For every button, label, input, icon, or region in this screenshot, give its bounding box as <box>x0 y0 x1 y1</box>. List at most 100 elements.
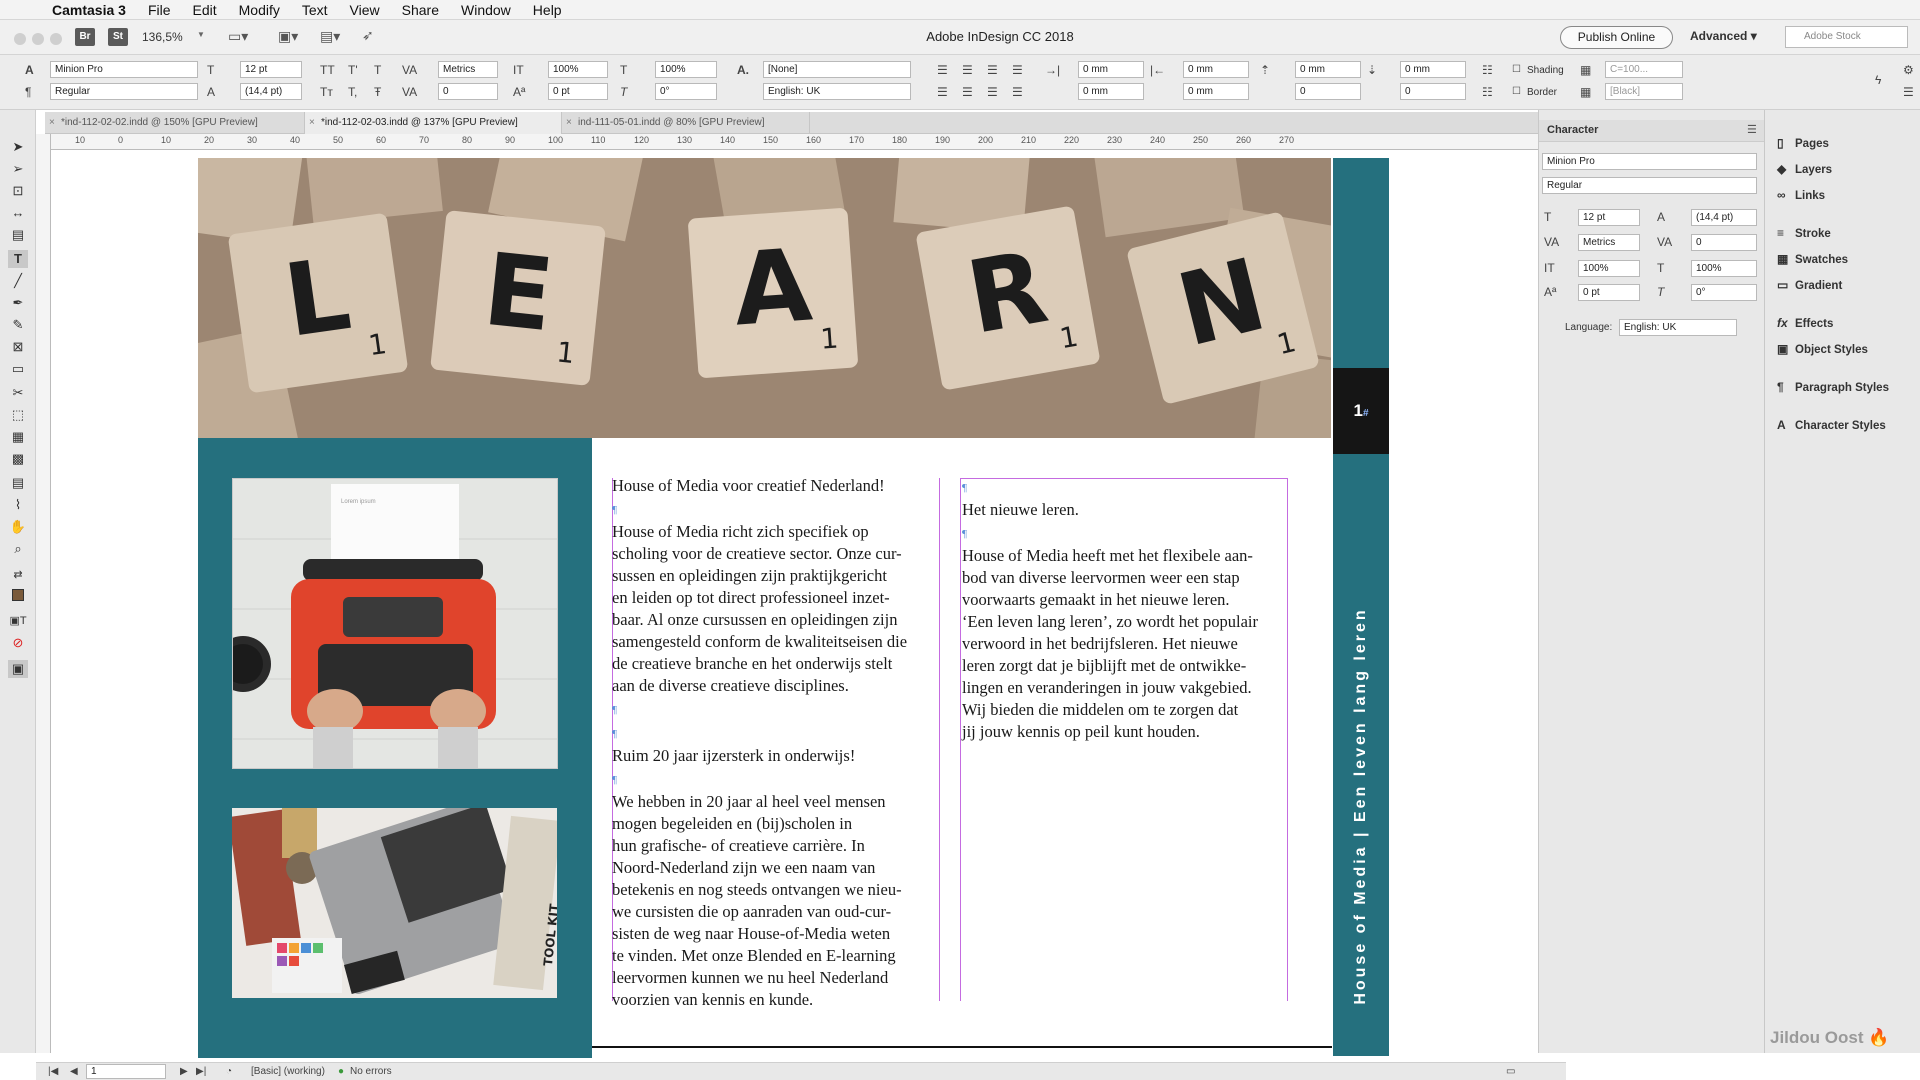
strikethrough-icon[interactable]: Ŧ <box>374 85 381 99</box>
window-minimize-button[interactable] <box>32 33 44 45</box>
language-field[interactable]: English: UK <box>763 83 911 100</box>
laptop-desk-photo[interactable]: TOOL KIT <box>232 808 557 998</box>
publish-online-button[interactable]: Publish Online <box>1560 26 1673 49</box>
hand-tool-icon[interactable]: ✋ <box>8 518 28 536</box>
space-after-field[interactable]: 0 mm <box>1400 61 1466 78</box>
shading-settings-icon[interactable]: ▦ <box>1580 63 1591 77</box>
align-away-spine-icon[interactable]: ☰ <box>1012 85 1023 99</box>
menu-text[interactable]: Text <box>302 2 328 18</box>
horizontal-scale-field[interactable]: 100% <box>655 61 717 78</box>
workspace-switcher[interactable]: Advanced ▾ <box>1690 29 1757 43</box>
menu-view[interactable]: View <box>350 2 380 18</box>
space-before-field[interactable]: 0 mm <box>1295 61 1361 78</box>
shading-checkbox[interactable]: ☐ <box>1512 63 1521 77</box>
gradient-swatch-tool-icon[interactable]: ▦ <box>8 428 28 446</box>
pen-tool-icon[interactable]: ✒ <box>8 294 28 312</box>
right-indent-field[interactable]: 0 mm <box>1183 61 1249 78</box>
border-settings-icon[interactable]: ▦ <box>1580 85 1591 99</box>
fill-stroke-swatch-icon[interactable] <box>8 588 28 606</box>
underline-icon[interactable]: T <box>374 63 381 77</box>
menu-file[interactable]: File <box>148 2 171 18</box>
apply-none-icon[interactable]: ⊘ <box>8 634 28 652</box>
next-page-icon[interactable]: ▶ <box>180 1066 188 1077</box>
content-collector-icon[interactable]: ▤ <box>8 226 28 244</box>
page-tool-icon[interactable]: ⊡ <box>8 182 28 200</box>
zoom-tool-icon[interactable]: ⌕ <box>8 540 28 558</box>
gpu-rocket-icon[interactable]: ➶ <box>362 27 374 44</box>
paragraph-styles-panel-button[interactable]: ¶ Paragraph Styles <box>1777 380 1889 394</box>
panel-menu-icon[interactable]: ☰ <box>1747 123 1757 136</box>
split-layout-icon[interactable]: ▭ <box>1506 1066 1515 1077</box>
tab-ind-112-02-03[interactable]: × *ind-112-02-03.indd @ 137% [GPU Preview… <box>305 112 562 134</box>
gradient-feather-tool-icon[interactable]: ▩ <box>8 450 28 468</box>
body-text-column-1[interactable]: House of Media voor creatief Nederland! … <box>612 475 952 1011</box>
menu-edit[interactable]: Edit <box>193 2 217 18</box>
char-baseline-shift-field[interactable]: 0 pt <box>1578 284 1640 301</box>
vertical-ruler[interactable] <box>36 134 51 1053</box>
rectangle-frame-tool-icon[interactable]: ⊠ <box>8 338 28 356</box>
menu-modify[interactable]: Modify <box>239 2 280 18</box>
selection-tool-icon[interactable]: ➤ <box>8 138 28 156</box>
char-vertical-scale-field[interactable]: 100% <box>1578 260 1640 277</box>
font-style-field[interactable]: Regular <box>50 83 198 100</box>
superscript-icon[interactable]: T' <box>348 63 358 77</box>
character-formatting-icon[interactable]: A <box>25 63 34 77</box>
direct-selection-tool-icon[interactable]: ➢ <box>8 160 28 178</box>
eyedropper-tool-icon[interactable]: ⌇ <box>8 496 28 514</box>
horizontal-ruler[interactable]: 10 0 10 20 30 40 50 60 70 80 90 100 110 120 130 140 150 1… <box>45 134 1538 150</box>
char-font-family-field[interactable]: Minion Pro <box>1542 153 1757 170</box>
arrange-documents-icon[interactable]: ▤▾ <box>320 28 340 45</box>
border-color-field[interactable]: [Black] <box>1605 83 1683 100</box>
free-transform-tool-icon[interactable]: ⬚ <box>8 406 28 424</box>
stroke-panel-button[interactable]: ≡ Stroke <box>1777 226 1831 240</box>
scissors-tool-icon[interactable]: ✂ <box>8 384 28 402</box>
previous-page-icon[interactable]: ◀ <box>70 1066 78 1077</box>
preflight-status[interactable]: No errors <box>350 1066 392 1077</box>
subscript-icon[interactable]: T, <box>348 85 357 99</box>
close-tab-icon[interactable]: × <box>309 112 315 134</box>
layers-panel-button[interactable]: ◆ Layers <box>1777 162 1832 176</box>
justify-center-icon[interactable]: ☰ <box>937 85 948 99</box>
char-size-field[interactable]: 12 pt <box>1578 209 1640 226</box>
panel-menu-icon[interactable]: ☰ <box>1903 85 1914 99</box>
window-close-button[interactable] <box>14 33 26 45</box>
panel-settings-icon[interactable]: ⚙ <box>1903 63 1914 77</box>
drop-cap-lines-field[interactable]: 0 <box>1295 83 1361 100</box>
font-family-field[interactable]: Minion Pro <box>50 61 198 78</box>
kerning-field[interactable]: Metrics <box>438 61 498 78</box>
swatches-panel-button[interactable]: ▦ Swatches <box>1777 252 1848 266</box>
note-tool-icon[interactable]: ▤ <box>8 474 28 492</box>
pencil-tool-icon[interactable]: ✎ <box>8 316 28 334</box>
gap-tool-icon[interactable]: ↔ <box>8 204 28 222</box>
paragraph-formatting-icon[interactable]: ¶ <box>25 85 31 99</box>
character-styles-panel-button[interactable]: A Character Styles <box>1777 418 1886 432</box>
open-page-icon[interactable]: ◔ <box>226 1066 232 1077</box>
page-number-field[interactable]: 1 <box>86 1064 166 1079</box>
numbering-icon[interactable]: ☷ <box>1482 85 1493 99</box>
swap-colors-icon[interactable]: ⇄ <box>8 566 28 584</box>
char-horizontal-scale-field[interactable]: 100% <box>1691 260 1757 277</box>
object-styles-panel-button[interactable]: ▣ Object Styles <box>1777 342 1868 356</box>
align-left-icon[interactable]: ☰ <box>937 63 948 77</box>
tab-ind-112-02-02[interactable]: × *ind-112-02-02.indd @ 150% [GPU Preview… <box>45 112 305 134</box>
zoom-chevron-icon[interactable]: ▼ <box>197 30 205 39</box>
document-page[interactable]: L1 E1 A1 R1 N1 Lorem ipsum TOOL KIT Hous… <box>198 158 1389 1058</box>
border-checkbox[interactable]: ☐ <box>1512 85 1521 99</box>
tab-ind-111-05-01[interactable]: × ind-111-05-01.indd @ 80% [GPU Preview] <box>562 112 810 134</box>
effects-panel-button[interactable]: fx Effects <box>1777 316 1833 330</box>
char-font-style-field[interactable]: Regular <box>1542 177 1757 194</box>
menu-help[interactable]: Help <box>533 2 562 18</box>
character-panel-header[interactable]: Character ☰ <box>1539 120 1765 142</box>
char-kerning-field[interactable]: Metrics <box>1578 234 1640 251</box>
drop-cap-chars-field[interactable]: 0 <box>1400 83 1466 100</box>
stock-button[interactable]: St <box>108 28 128 46</box>
char-leading-field[interactable]: (14,4 pt) <box>1691 209 1757 226</box>
close-tab-icon[interactable]: × <box>566 112 572 134</box>
type-tool-icon[interactable]: T <box>8 250 28 268</box>
vertical-scale-field[interactable]: 100% <box>548 61 608 78</box>
pages-panel-button[interactable]: ▯ Pages <box>1777 136 1829 150</box>
last-line-indent-field[interactable]: 0 mm <box>1183 83 1249 100</box>
leading-field[interactable]: (14,4 pt) <box>240 83 302 100</box>
bridge-button[interactable]: Br <box>75 28 95 46</box>
close-tab-icon[interactable]: × <box>49 112 55 134</box>
